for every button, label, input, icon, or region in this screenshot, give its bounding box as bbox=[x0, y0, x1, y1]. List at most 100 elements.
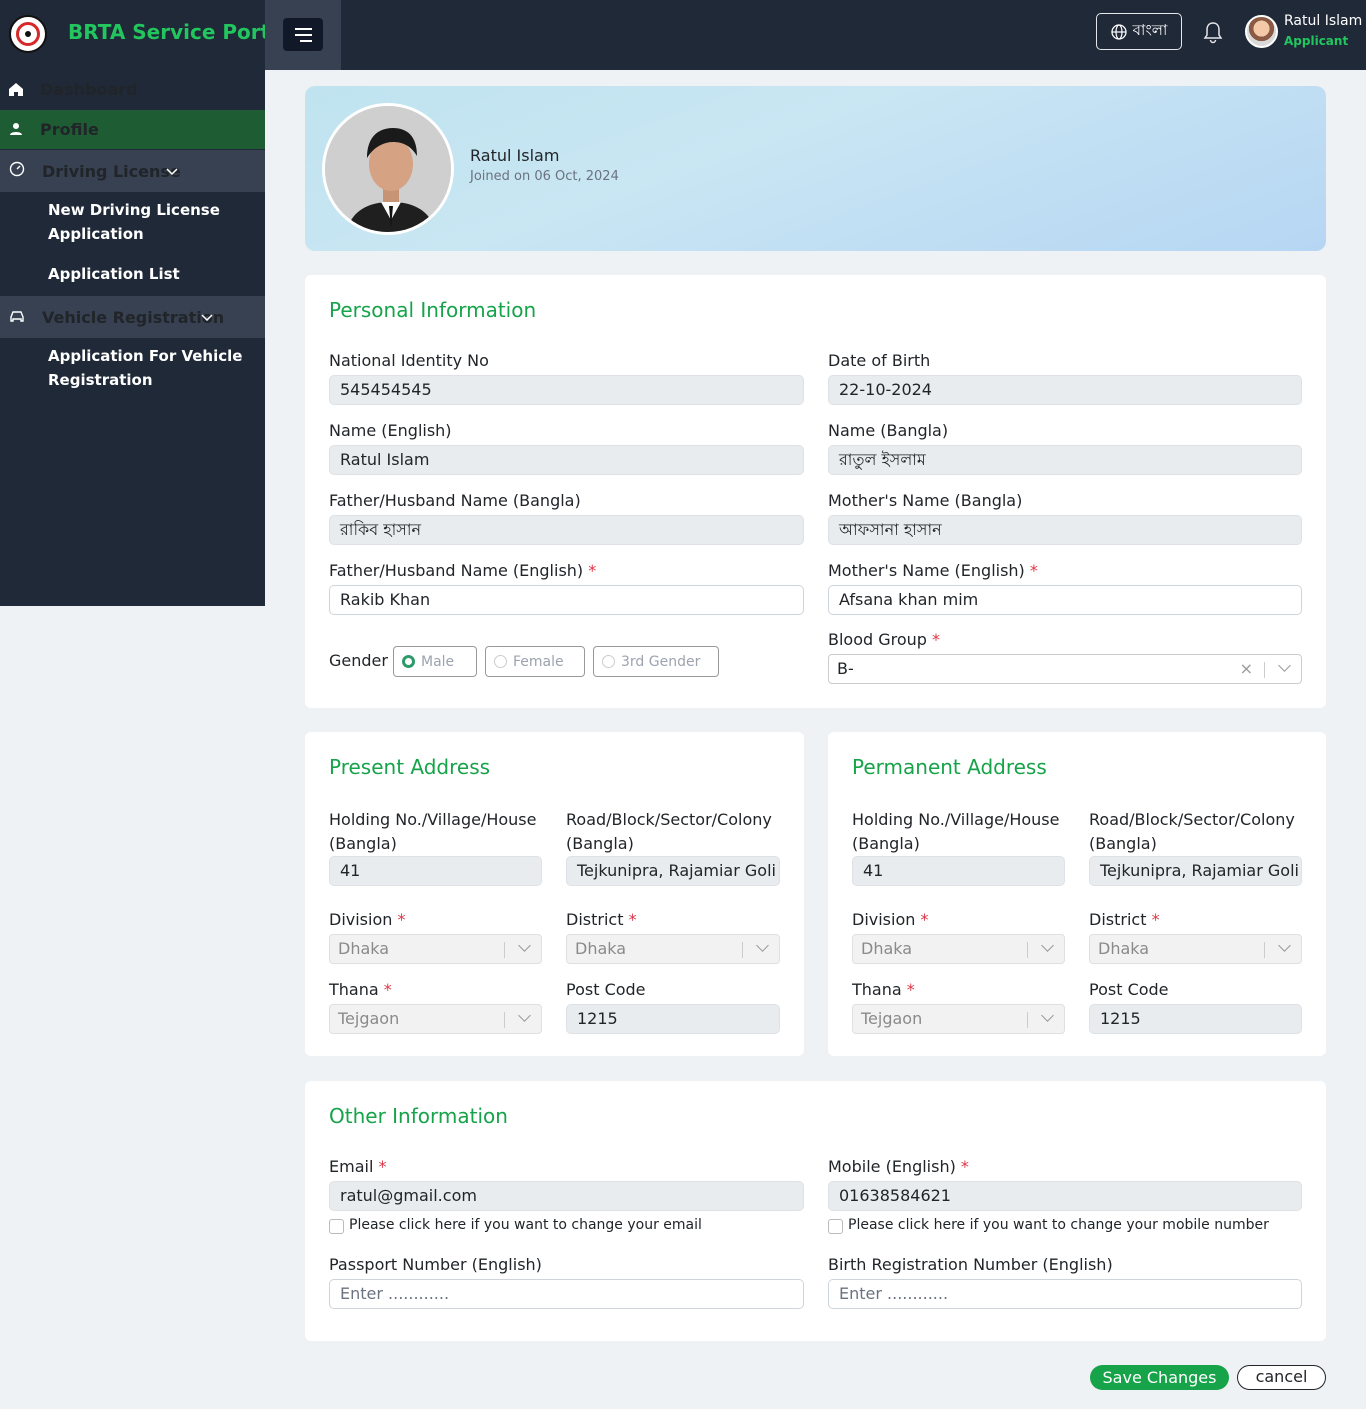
sidebar-item-new-driving-license[interactable]: New Driving License Application bbox=[48, 198, 248, 246]
present-division-select[interactable]: Dhaka bbox=[329, 934, 542, 964]
section-title: Present Address bbox=[329, 755, 491, 779]
permanent-district-select[interactable]: Dhaka bbox=[1089, 934, 1302, 964]
bell-icon[interactable] bbox=[1202, 20, 1224, 44]
sidebar-item-label: Vehicle Registration bbox=[42, 307, 225, 327]
chevron-down-icon bbox=[1041, 939, 1054, 952]
nid-field[interactable]: 545454545 bbox=[329, 375, 804, 405]
field-label: Post Code bbox=[1089, 980, 1169, 999]
section-title: Permanent Address bbox=[852, 755, 1047, 779]
chevron-down-icon bbox=[1041, 1009, 1054, 1022]
sidebar-item-vehicle-application[interactable]: Application For Vehicle Registration bbox=[48, 344, 248, 392]
mobile-field[interactable]: 01638584621 bbox=[828, 1181, 1302, 1211]
field-label: Name (Bangla) bbox=[828, 421, 949, 440]
field-label: Division * bbox=[329, 910, 406, 929]
field-label: Email * bbox=[329, 1157, 387, 1176]
select-value: Tejgaon bbox=[338, 1009, 400, 1028]
user-icon bbox=[10, 123, 22, 135]
chevron-down-icon bbox=[518, 1009, 531, 1022]
menu-toggle-button[interactable] bbox=[283, 18, 323, 51]
section-title: Other Information bbox=[329, 1104, 508, 1128]
father-name-bangla-field[interactable]: রাকিব হাসান bbox=[329, 515, 804, 545]
language-button[interactable]: বাংলা bbox=[1096, 13, 1182, 50]
radio-label: Female bbox=[513, 653, 564, 670]
field-label: Father/Husband Name (English) * bbox=[329, 561, 597, 580]
name-bangla-field[interactable]: রাতুল ইসলাম bbox=[828, 445, 1302, 475]
field-label: Name (English) bbox=[329, 421, 452, 440]
field-label: District * bbox=[566, 910, 637, 929]
sidebar-item-label: Driving License bbox=[42, 161, 181, 181]
cancel-button[interactable]: cancel bbox=[1237, 1365, 1326, 1390]
field-label: Road/Block/Sector/Colony (Bangla) bbox=[1089, 810, 1295, 853]
user-role: Applicant bbox=[1284, 34, 1349, 48]
radio-selected-icon bbox=[402, 655, 415, 668]
permanent-thana-select[interactable]: Tejgaon bbox=[852, 1004, 1065, 1034]
select-value: B- bbox=[837, 659, 854, 678]
field-label: Blood Group * bbox=[828, 630, 941, 649]
permanent-division-select[interactable]: Dhaka bbox=[852, 934, 1065, 964]
field-label: Birth Registration Number (English) bbox=[828, 1255, 1113, 1274]
present-district-select[interactable]: Dhaka bbox=[566, 934, 780, 964]
section-title: Personal Information bbox=[329, 298, 537, 322]
chevron-down-icon bbox=[166, 168, 178, 176]
user-name: Ratul Islam bbox=[1284, 13, 1363, 29]
select-value: Dhaka bbox=[861, 939, 913, 958]
change-email-checkbox[interactable] bbox=[329, 1219, 344, 1234]
sidebar-item-dashboard[interactable]: Dashboard bbox=[0, 70, 265, 108]
select-value: Dhaka bbox=[338, 939, 390, 958]
profile-joined-date: Joined on 06 Oct, 2024 bbox=[470, 169, 619, 184]
field-label: Division * bbox=[852, 910, 929, 929]
brand[interactable]: BRTA Service Portal bbox=[0, 0, 291, 70]
present-holding-field[interactable]: 41 bbox=[329, 856, 542, 886]
present-road-field[interactable]: Tejkunipra, Rajamiar Goli bbox=[566, 856, 780, 886]
field-label: Thana * bbox=[852, 980, 915, 999]
clear-icon[interactable]: × bbox=[1240, 655, 1253, 683]
present-post-code-field[interactable]: 1215 bbox=[566, 1004, 780, 1034]
present-thana-select[interactable]: Tejgaon bbox=[329, 1004, 542, 1034]
mother-name-bangla-field[interactable]: আফসানা হাসান bbox=[828, 515, 1302, 545]
chevron-down-icon bbox=[518, 939, 531, 952]
user-avatar[interactable] bbox=[1245, 15, 1278, 48]
blood-group-select[interactable]: B- × bbox=[828, 654, 1302, 684]
field-label: Mobile (English) * bbox=[828, 1157, 969, 1176]
sidebar-item-profile[interactable]: Profile bbox=[0, 110, 265, 149]
field-label: Road/Block/Sector/Colony (Bangla) bbox=[566, 810, 772, 853]
radio-label: 3rd Gender bbox=[621, 653, 701, 670]
radio-icon bbox=[602, 655, 615, 668]
passport-input[interactable]: Enter ............ bbox=[329, 1279, 804, 1309]
profile-photo bbox=[322, 103, 454, 235]
field-label: National Identity No bbox=[329, 351, 489, 370]
birth-registration-input[interactable]: Enter ............ bbox=[828, 1279, 1302, 1309]
permanent-holding-field[interactable]: 41 bbox=[852, 856, 1065, 886]
name-english-field[interactable]: Ratul Islam bbox=[329, 445, 804, 475]
field-label: Date of Birth bbox=[828, 351, 931, 370]
sidebar: Dashboard Profile Driving License New Dr… bbox=[0, 70, 265, 606]
chevron-down-icon bbox=[756, 939, 769, 952]
globe-icon bbox=[1111, 23, 1127, 40]
mother-name-english-field[interactable]: Afsana khan mim bbox=[828, 585, 1302, 615]
sidebar-item-application-list[interactable]: Application List bbox=[48, 262, 248, 286]
gender-label: Gender bbox=[329, 651, 388, 670]
sidebar-item-vehicle-registration[interactable]: Vehicle Registration bbox=[0, 296, 265, 338]
save-changes-button[interactable]: Save Changes bbox=[1090, 1365, 1229, 1390]
father-name-english-field[interactable]: Rakib Khan bbox=[329, 585, 804, 615]
dob-field[interactable]: 22-10-2024 bbox=[828, 375, 1302, 405]
field-label: Holding No./Village/House (Bangla) bbox=[852, 810, 1060, 853]
gender-third-radio[interactable]: 3rd Gender bbox=[593, 646, 719, 677]
permanent-post-code-field[interactable]: 1215 bbox=[1089, 1004, 1302, 1034]
car-icon bbox=[10, 311, 24, 322]
radio-icon bbox=[494, 655, 507, 668]
permanent-road-field[interactable]: Tejkunipra, Rajamiar Goli bbox=[1089, 856, 1302, 886]
change-mobile-checkbox[interactable] bbox=[828, 1219, 843, 1234]
gender-male-radio[interactable]: Male bbox=[393, 646, 477, 677]
field-label: Passport Number (English) bbox=[329, 1255, 542, 1274]
sidebar-item-driving-license[interactable]: Driving License bbox=[0, 150, 265, 192]
home-icon bbox=[9, 83, 23, 96]
menu-toggle-area bbox=[265, 0, 341, 70]
email-field[interactable]: ratul@gmail.com bbox=[329, 1181, 804, 1211]
brta-logo bbox=[9, 15, 47, 53]
change-mobile-label: Please click here if you want to change … bbox=[848, 1217, 1269, 1233]
chevron-down-icon bbox=[1278, 939, 1291, 952]
select-value: Dhaka bbox=[1098, 939, 1150, 958]
radio-label: Male bbox=[421, 653, 455, 670]
gender-female-radio[interactable]: Female bbox=[485, 646, 585, 677]
